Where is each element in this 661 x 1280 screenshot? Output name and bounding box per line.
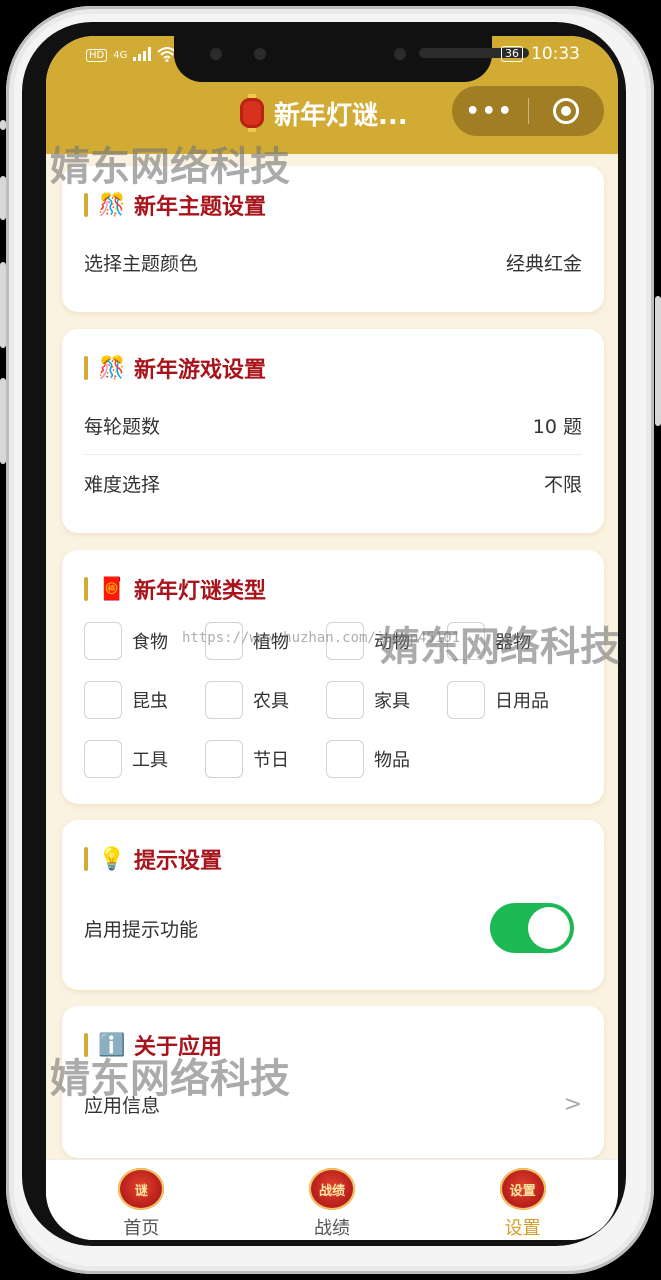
red-envelope-icon: 🧧 [98, 576, 126, 602]
section-title: 💡 提示设置 [84, 844, 222, 874]
close-miniprogram-button[interactable] [529, 98, 605, 124]
miniprogram-capsule: ••• [452, 86, 604, 136]
close-ring-icon [553, 98, 580, 124]
signal-icon [133, 47, 152, 64]
type-checkbox-festival[interactable]: 节日 [205, 740, 289, 778]
checkbox-label: 节日 [253, 750, 289, 771]
checkbox-label: 日用品 [495, 691, 549, 712]
difficulty-value: 不限 [543, 473, 582, 496]
network-indicator: 4G [113, 50, 128, 61]
section-title: 🧧 新年灯谜类型 [84, 574, 266, 604]
checkbox[interactable] [326, 681, 364, 719]
checkbox[interactable] [447, 681, 485, 719]
front-camera [394, 48, 406, 60]
type-checkbox-item[interactable]: 物品 [326, 740, 410, 778]
type-checkbox-farm-tool[interactable]: 农具 [205, 681, 289, 719]
row-label: 选择主题颜色 [84, 252, 199, 275]
power-button [655, 296, 661, 426]
checkbox[interactable] [84, 740, 122, 778]
checkbox[interactable] [84, 681, 122, 719]
difficulty-row[interactable]: 难度选择 不限 [84, 455, 582, 511]
hints-section-title: 提示设置 [134, 849, 223, 874]
checkbox[interactable] [205, 681, 243, 719]
theme-section-title: 新年主题设置 [134, 195, 267, 220]
checkbox[interactable] [84, 622, 122, 660]
title-accent-bar [84, 356, 88, 380]
watermark-url: https://www.huzhan.com/ishop45101 [182, 630, 461, 646]
nav-title: 新年灯谜... [240, 94, 408, 132]
type-checkbox-insect[interactable]: 昆虫 [84, 681, 168, 719]
tab-records[interactable]: 战绩 战绩 [262, 1160, 402, 1240]
types-section-title: 新年灯谜类型 [134, 579, 267, 604]
checkbox-label: 家具 [374, 691, 410, 712]
row-label: 难度选择 [84, 473, 161, 496]
game-section-title: 新年游戏设置 [134, 358, 267, 383]
volume-up-button [0, 262, 6, 348]
theme-color-value: 经典红金 [505, 252, 582, 275]
riddle-types-card: 🧧 新年灯谜类型 食物 植物 动物 器物 昆虫 农具 家具 日用品 工具 节日 … [62, 550, 604, 804]
page-title: 新年灯谜... [274, 100, 408, 131]
tab-label: 战绩 [313, 1218, 350, 1239]
volume-down-button [0, 378, 6, 464]
hd-indicator: HD [86, 49, 108, 62]
clock: 10:33 [531, 44, 580, 64]
records-badge-icon: 战绩 [308, 1168, 355, 1210]
questions-per-round-row[interactable]: 每轮题数 10 题 [84, 397, 582, 453]
checkbox-label: 昆虫 [132, 691, 168, 712]
questions-per-round-value: 10 题 [532, 415, 582, 438]
type-checkbox-daily-goods[interactable]: 日用品 [447, 681, 549, 719]
enable-hints-toggle[interactable] [490, 903, 574, 953]
sensor-dot [254, 48, 266, 60]
camera-notch [174, 36, 529, 82]
checkbox-label: 农具 [253, 691, 289, 712]
tab-label: 首页 [123, 1218, 160, 1239]
title-accent-bar [84, 847, 88, 871]
tab-bar: 谜 首页 战绩 战绩 设置 设置 [46, 1159, 618, 1240]
row-label: 每轮题数 [84, 415, 161, 438]
tab-settings[interactable]: 设置 设置 [453, 1160, 593, 1240]
confetti-icon: 🎊 [98, 192, 126, 218]
game-settings-card: 🎊 新年游戏设置 每轮题数 10 题 难度选择 不限 [62, 329, 604, 533]
settings-badge-icon: 设置 [499, 1168, 546, 1210]
type-checkbox-furniture[interactable]: 家具 [326, 681, 410, 719]
battery-icon: 36 [501, 46, 523, 62]
tab-home[interactable]: 谜 首页 [71, 1160, 211, 1240]
type-checkbox-food[interactable]: 食物 [84, 622, 168, 660]
watermark-text: 婧东网络科技 [50, 144, 290, 190]
confetti-icon: 🎊 [98, 355, 126, 381]
checkbox-label: 物品 [374, 750, 410, 771]
lightbulb-icon: 💡 [98, 846, 126, 872]
row-label: 启用提示功能 [84, 918, 199, 941]
checkbox-label: 工具 [132, 750, 168, 771]
lantern-icon [240, 94, 264, 132]
chevron-right-icon: > [563, 1091, 582, 1117]
title-accent-bar [84, 193, 88, 217]
more-menu-button[interactable]: ••• [452, 99, 528, 124]
checkbox-label: 食物 [132, 632, 168, 653]
title-accent-bar [84, 577, 88, 601]
sensor-dot [210, 48, 222, 60]
mute-switch [0, 176, 6, 220]
checkbox[interactable] [205, 740, 243, 778]
theme-color-row[interactable]: 选择主题颜色 经典红金 [84, 234, 582, 290]
type-checkbox-tool[interactable]: 工具 [84, 740, 168, 778]
status-right: 36 10:33 [501, 44, 580, 64]
watermark-text: 婧东网络科技 [50, 1056, 290, 1102]
home-badge-icon: 谜 [118, 1168, 165, 1210]
hint-settings-card: 💡 提示设置 启用提示功能 [62, 820, 604, 990]
section-title: 🎊 新年主题设置 [84, 190, 266, 220]
status-left: HD 4G [86, 46, 178, 65]
section-title: 🎊 新年游戏设置 [84, 353, 266, 383]
side-notch-top [0, 120, 6, 130]
checkbox[interactable] [326, 740, 364, 778]
tab-label: 设置 [504, 1218, 541, 1239]
